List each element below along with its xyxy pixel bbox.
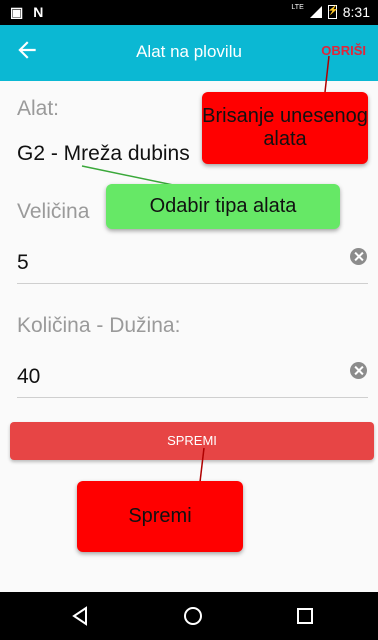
quantity-underline (17, 397, 368, 398)
home-circle-icon[interactable] (183, 606, 203, 626)
quantity-input[interactable]: 40 (17, 365, 40, 389)
recents-square-icon[interactable] (295, 606, 315, 626)
size-label: Veličina (17, 200, 90, 223)
tool-type-callout: Odabir tipa alata (106, 184, 340, 229)
photo-icon: ▣ (10, 4, 24, 20)
navigation-bar (0, 592, 378, 640)
status-bar: ▣ N LTE 8:31 (0, 0, 378, 25)
save-button[interactable]: SPREMI (10, 422, 374, 460)
size-input[interactable]: 5 (17, 251, 29, 275)
status-left-icons: ▣ N (10, 4, 43, 21)
battery-icon (327, 5, 339, 19)
delete-button[interactable]: OBRIŠI (321, 43, 366, 58)
app-bar: Alat na plovilu OBRIŠI (0, 25, 378, 81)
signal-icon (309, 6, 322, 18)
n-icon: N (33, 4, 44, 20)
tool-select[interactable]: G2 - Mreža dubins (17, 142, 190, 166)
tool-label: Alat: (17, 97, 60, 120)
quantity-label: Količina - Dužina: (17, 314, 181, 337)
back-triangle-icon[interactable] (71, 606, 91, 626)
network-type: LTE (291, 3, 304, 11)
save-callout: Spremi (77, 481, 243, 552)
delete-callout: Brisanje unesenog alata (202, 92, 368, 164)
clear-quantity-icon[interactable] (350, 362, 367, 379)
clock: 8:31 (342, 4, 370, 20)
clear-size-icon[interactable] (350, 248, 367, 265)
status-right: LTE 8:31 (291, 3, 370, 21)
size-underline (17, 283, 368, 284)
